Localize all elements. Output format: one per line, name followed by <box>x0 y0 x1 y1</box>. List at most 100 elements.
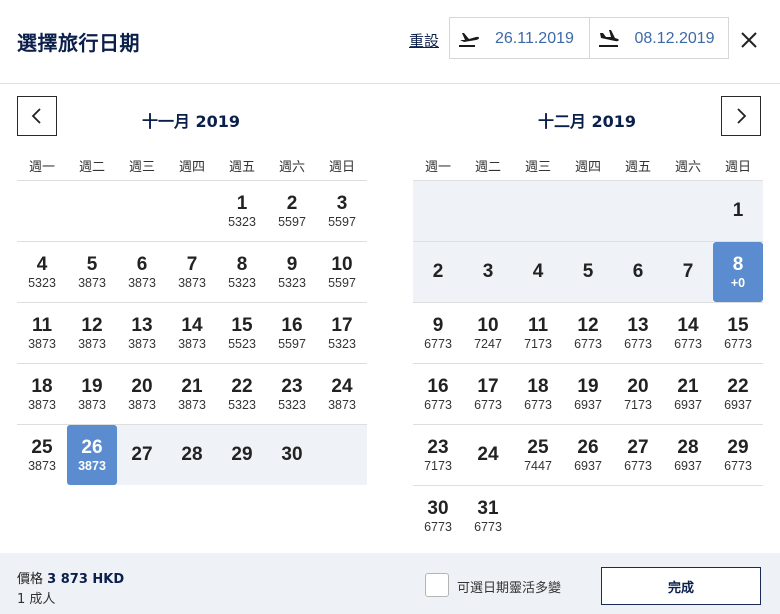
day-price: 5597 <box>278 337 306 351</box>
calendar-day[interactable]: 28 <box>167 425 217 485</box>
day-price: 6773 <box>424 520 452 534</box>
calendar-day[interactable]: 19 3873 <box>67 364 117 424</box>
day-number: 9 <box>286 254 298 275</box>
calendar-day[interactable]: 30 6773 <box>413 486 463 546</box>
calendar-day[interactable]: 5 <box>563 242 613 302</box>
calendar-day[interactable]: 2 <box>413 242 463 302</box>
calendar-day[interactable]: 4 5323 <box>17 242 67 302</box>
calendar-day[interactable]: 13 3873 <box>117 303 167 363</box>
day-number: 17 <box>477 376 499 397</box>
day-number: 24 <box>331 376 353 397</box>
day-number: 10 <box>331 254 353 275</box>
weekday-header-right: 週一 週二 週三 週四 週五 週六 週日 <box>413 156 763 176</box>
calendar-day[interactable]: 22 5323 <box>217 364 267 424</box>
calendar-day[interactable]: 24 3873 <box>317 364 367 424</box>
calendar-day[interactable]: 8 5323 <box>217 242 267 302</box>
calendar-day[interactable]: 10 5597 <box>317 242 367 302</box>
day-price: 3873 <box>178 337 206 351</box>
calendar-day[interactable]: 20 7173 <box>613 364 663 424</box>
calendar-day[interactable]: 12 3873 <box>67 303 117 363</box>
day-price: 5523 <box>228 337 256 351</box>
day-number: 4 <box>532 261 544 282</box>
calendar-day[interactable]: 22 6937 <box>713 364 763 424</box>
day-number: 5 <box>86 254 98 275</box>
done-button[interactable]: 完成 <box>601 567 761 605</box>
calendar-day[interactable]: 7 <box>663 242 713 302</box>
calendar-day[interactable]: 16 5597 <box>267 303 317 363</box>
page-title: 選擇旅行日期 <box>17 31 140 55</box>
calendar-day[interactable]: 21 6937 <box>663 364 713 424</box>
day-price: 5323 <box>28 276 56 290</box>
calendar-day[interactable]: 18 6773 <box>513 364 563 424</box>
calendar-day[interactable]: 12 6773 <box>563 303 613 363</box>
calendar-day[interactable]: 11 3873 <box>17 303 67 363</box>
prev-month-button[interactable] <box>17 96 57 136</box>
reset-link[interactable]: 重設 <box>409 30 439 51</box>
calendar-day[interactable]: 15 6773 <box>713 303 763 363</box>
calendar-day[interactable]: 27 6773 <box>613 425 663 485</box>
calendar-day[interactable]: 25 3873 <box>17 425 67 485</box>
day-number: 18 <box>527 376 549 397</box>
calendar-day[interactable]: 13 6773 <box>613 303 663 363</box>
calendar-day[interactable]: 6 <box>613 242 663 302</box>
calendar-day[interactable]: 24 <box>463 425 513 485</box>
calendar-day[interactable]: 17 5323 <box>317 303 367 363</box>
calendar-day[interactable]: 1 <box>713 181 763 241</box>
next-month-button[interactable] <box>721 96 761 136</box>
calendar-day[interactable]: 29 <box>217 425 267 485</box>
day-number: 16 <box>427 376 449 397</box>
calendar-day[interactable]: 26 6937 <box>563 425 613 485</box>
calendar-day[interactable]: 31 6773 <box>463 486 513 546</box>
day-number: 7 <box>682 261 694 282</box>
calendar-day[interactable]: 27 <box>117 425 167 485</box>
calendar-day[interactable]: 23 7173 <box>413 425 463 485</box>
calendar-day[interactable]: 4 <box>513 242 563 302</box>
calendar-day[interactable]: 30 <box>267 425 317 485</box>
calendar-day[interactable]: 10 7247 <box>463 303 513 363</box>
calendar-empty-cell <box>563 486 613 546</box>
calendar-day[interactable]: 5 3873 <box>67 242 117 302</box>
weekday-header-left: 週一 週二 週三 週四 週五 週六 週日 <box>17 156 367 176</box>
calendar-day[interactable]: 25 7447 <box>513 425 563 485</box>
calendar-day[interactable]: 14 6773 <box>663 303 713 363</box>
day-number: 22 <box>727 376 749 397</box>
calendar-day[interactable]: 14 3873 <box>167 303 217 363</box>
calendar-day[interactable]: 3 5597 <box>317 181 367 241</box>
calendar-day-selected[interactable]: 26 3873 <box>67 425 117 485</box>
calendar-day[interactable]: 11 7173 <box>513 303 563 363</box>
calendar-day[interactable]: 3 <box>463 242 513 302</box>
calendar-day[interactable]: 2 5597 <box>267 181 317 241</box>
day-number: 31 <box>477 498 499 519</box>
calendar-day[interactable]: 6 3873 <box>117 242 167 302</box>
calendar-day[interactable]: 16 6773 <box>413 364 463 424</box>
day-price: 5323 <box>278 276 306 290</box>
calendar-day[interactable]: 21 3873 <box>167 364 217 424</box>
calendar-day[interactable]: 9 6773 <box>413 303 463 363</box>
calendar-day[interactable]: 7 3873 <box>167 242 217 302</box>
calendar-day[interactable]: 18 3873 <box>17 364 67 424</box>
depart-date-field[interactable]: 26.11.2019 <box>450 18 589 58</box>
calendar-day[interactable]: 20 3873 <box>117 364 167 424</box>
day-number: 7 <box>186 254 198 275</box>
calendar-day[interactable]: 15 5523 <box>217 303 267 363</box>
calendar-empty-cell <box>317 425 367 485</box>
calendar-day[interactable]: 9 5323 <box>267 242 317 302</box>
calendar-day[interactable]: 28 6937 <box>663 425 713 485</box>
return-date-field[interactable]: 08.12.2019 <box>588 18 729 58</box>
calendar-day[interactable]: 19 6937 <box>563 364 613 424</box>
day-number: 1 <box>236 193 248 214</box>
calendar-day[interactable]: 29 6773 <box>713 425 763 485</box>
calendar-day[interactable]: 1 5323 <box>217 181 267 241</box>
day-number: 3 <box>336 193 348 214</box>
calendar-day[interactable]: 23 5323 <box>267 364 317 424</box>
calendar-empty-cell <box>513 181 563 241</box>
flexible-dates-checkbox[interactable] <box>425 573 449 597</box>
day-price: 3873 <box>78 337 106 351</box>
day-price: 6773 <box>724 337 752 351</box>
calendar-empty-cell <box>167 181 217 241</box>
calendar-day[interactable]: 17 6773 <box>463 364 513 424</box>
weekday-label: 週日 <box>328 160 355 175</box>
calendar-week-row: 16 6773 17 6773 18 6773 19 6937 20 7173 21 6937 22 69… <box>413 363 763 424</box>
close-icon[interactable] <box>739 30 759 50</box>
calendar-day-selected[interactable]: 8 +0 <box>713 242 763 302</box>
